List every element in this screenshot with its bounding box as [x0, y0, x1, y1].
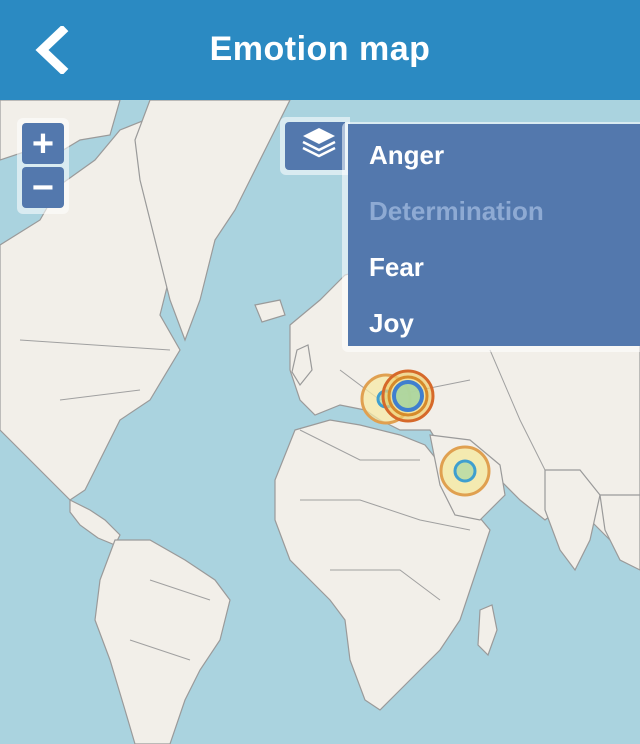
- landmass-india: [544, 469, 601, 572]
- layers-menu: Anger Determination Fear Joy: [342, 122, 640, 352]
- layers-icon: [302, 128, 336, 158]
- zoom-out-button[interactable]: −: [22, 167, 64, 208]
- layers-toggle[interactable]: [280, 117, 350, 175]
- layer-item-joy[interactable]: Joy: [369, 308, 414, 339]
- layer-item-determination[interactable]: Determination: [369, 196, 544, 227]
- layer-item-anger[interactable]: Anger: [369, 140, 444, 171]
- map-marker[interactable]: [392, 380, 424, 412]
- landmass-southeast-asia: [599, 494, 640, 571]
- page-title: Emotion map: [209, 30, 431, 68]
- map-marker[interactable]: [453, 459, 477, 483]
- zoom-in-button[interactable]: +: [22, 123, 64, 164]
- layers-button[interactable]: [285, 122, 345, 170]
- landmass-south-america: [94, 539, 231, 744]
- landmass-central-america: [69, 499, 121, 546]
- layers-panel: Anger Determination Fear Joy: [348, 124, 640, 346]
- zoom-control: + −: [17, 118, 69, 214]
- landmass-iceland: [254, 299, 286, 323]
- app-header: Emotion map: [0, 0, 640, 100]
- landmass-madagascar: [477, 604, 498, 657]
- layer-item-fear[interactable]: Fear: [369, 252, 424, 283]
